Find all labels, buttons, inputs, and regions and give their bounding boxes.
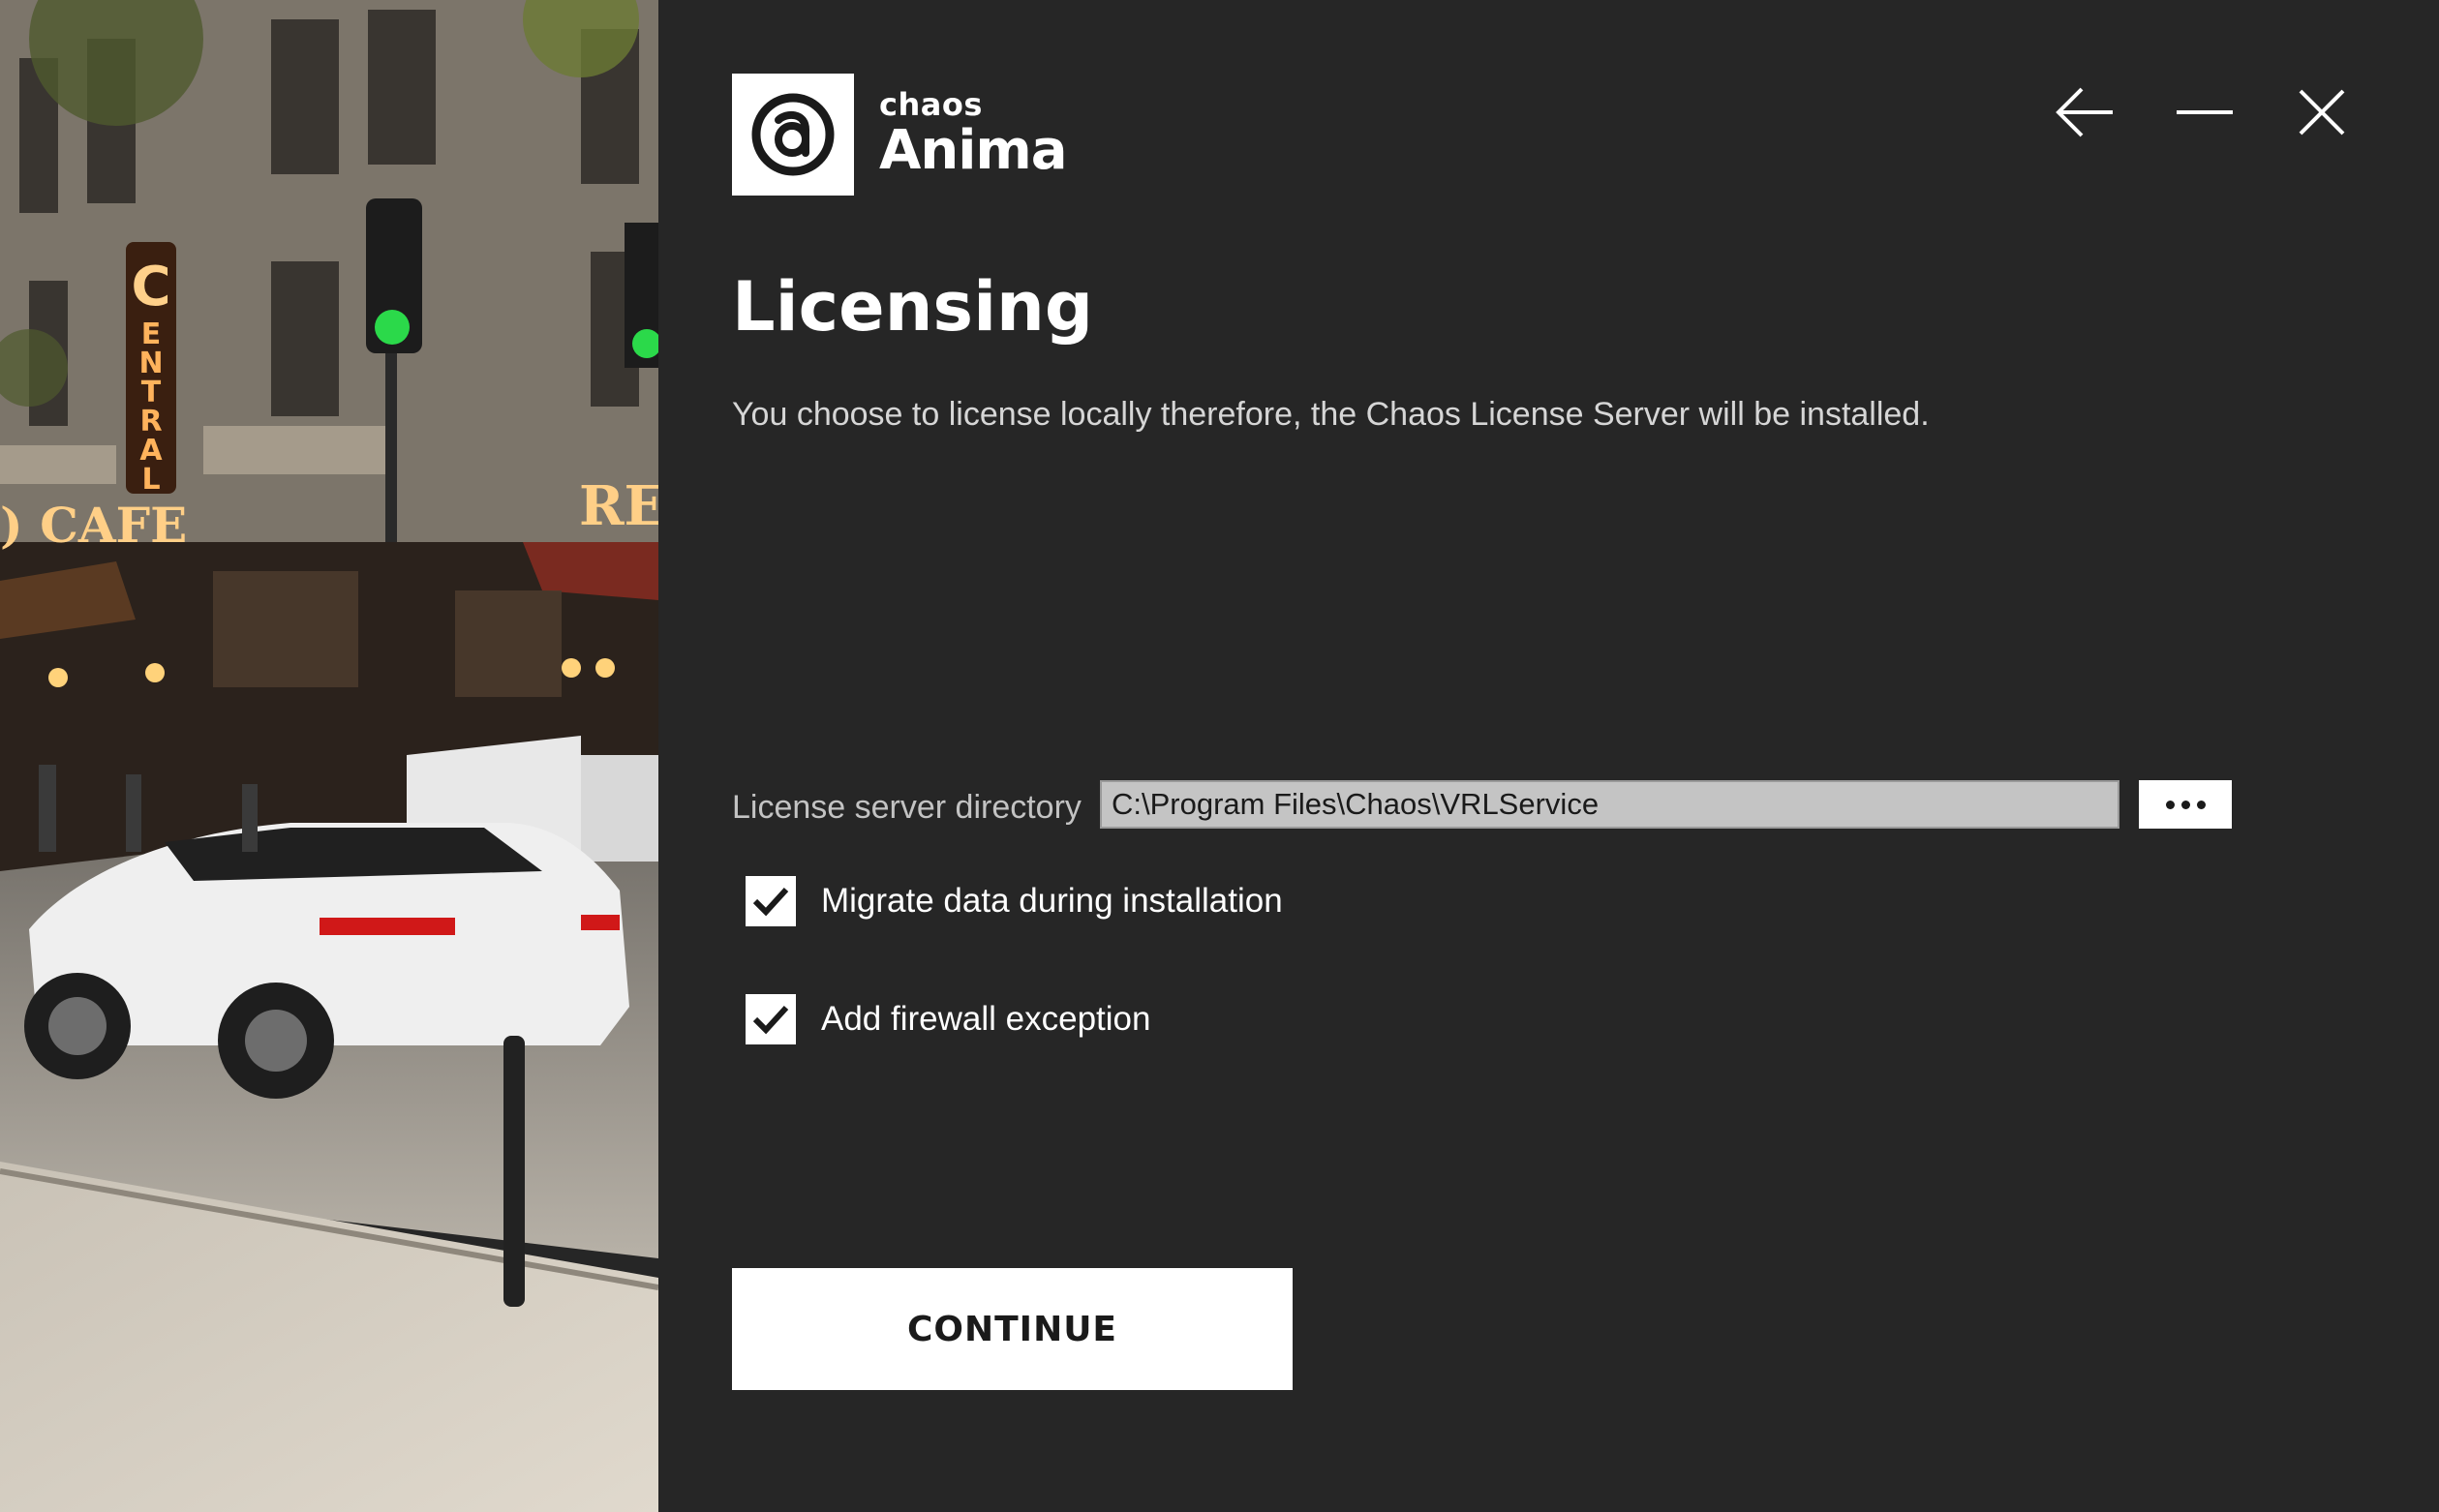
migrate-data-label: Migrate data during installation (821, 882, 1283, 920)
page-description: You choose to license locally therefore,… (732, 396, 1930, 433)
brand-wordmark: chaos Anima (879, 86, 1068, 182)
svg-text:L: L (141, 463, 160, 497)
back-button[interactable] (2051, 81, 2120, 143)
more-dots-icon (2165, 800, 2175, 809)
anima-logo-icon (732, 74, 854, 196)
svg-text:RE: RE (579, 474, 658, 538)
page-title: Licensing (732, 267, 1094, 347)
hero-image: C E N T R A L ) CAFE RE (0, 0, 658, 1512)
firewall-exception-label: Add firewall exception (821, 1000, 1151, 1038)
brand-anima-text: Anima (879, 119, 1068, 182)
svg-text:) CAFE: ) CAFE (0, 497, 187, 554)
svg-text:C: C (131, 256, 170, 318)
migrate-data-option[interactable]: Migrate data during installation (746, 875, 1283, 927)
continue-button[interactable]: CONTINUE (732, 1268, 1293, 1390)
browse-directory-button[interactable] (2139, 780, 2232, 829)
close-icon (2299, 89, 2345, 136)
license-directory-input[interactable] (1100, 780, 2119, 829)
firewall-exception-option[interactable]: Add firewall exception (746, 993, 1150, 1045)
arrow-left-icon (2056, 87, 2113, 137)
close-button[interactable] (2287, 81, 2357, 143)
minimize-button[interactable] (2170, 81, 2240, 143)
chaos-anima-logo: chaos Anima (732, 74, 1068, 196)
migrate-data-checkbox[interactable] (746, 876, 796, 926)
minimize-icon (2177, 110, 2233, 114)
brand-chaos-text: chaos (879, 86, 983, 123)
checkmark-icon (752, 887, 789, 917)
license-directory-label: License server directory (732, 789, 1082, 826)
firewall-exception-checkbox[interactable] (746, 994, 796, 1044)
checkmark-icon (752, 1005, 789, 1035)
